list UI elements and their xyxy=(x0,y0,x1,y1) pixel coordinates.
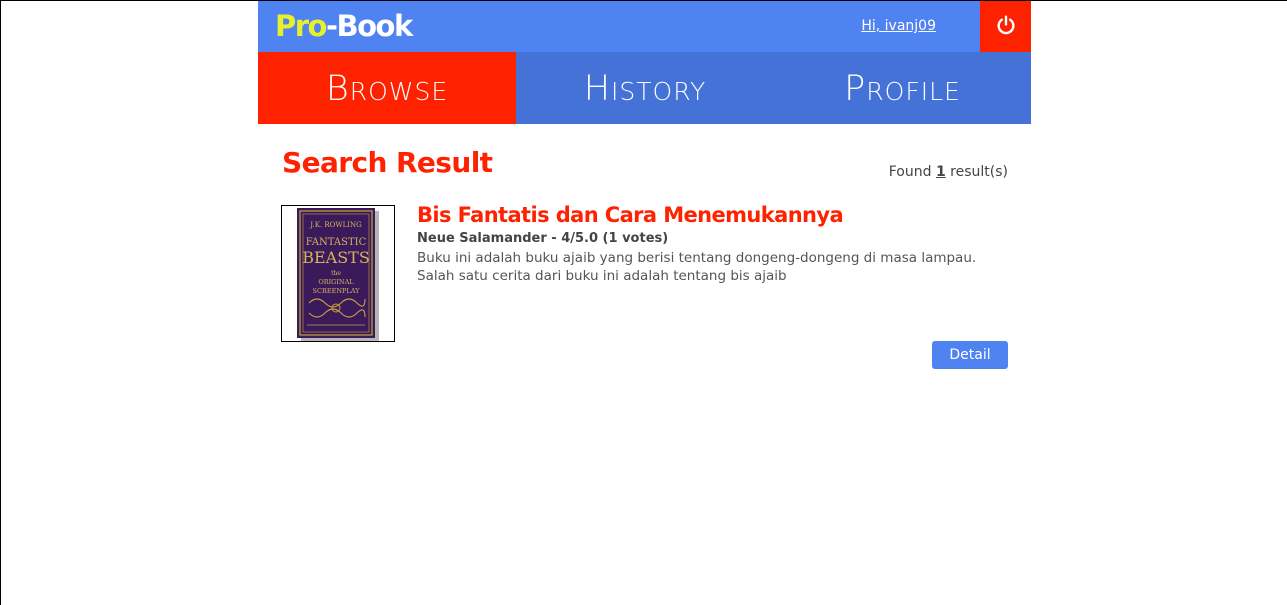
detail-button[interactable]: Detail xyxy=(932,341,1008,369)
cover-subtitle-line2: ORIGINAL xyxy=(318,278,354,286)
tab-browse[interactable]: Browse xyxy=(258,52,516,124)
result-count-suffix: result(s) xyxy=(950,164,1008,180)
app-container: Pro-Book Hi, ivanj09 Browse History Prof… xyxy=(258,1,1031,604)
book-title[interactable]: Bis Fantatis dan Cara Menemukannya xyxy=(417,203,844,227)
tab-profile[interactable]: Profile xyxy=(774,52,1031,124)
tab-history[interactable]: History xyxy=(516,52,774,124)
power-icon xyxy=(995,14,1017,40)
logout-button[interactable] xyxy=(980,1,1031,52)
cover-title-line1: FANTASTIC xyxy=(306,237,367,248)
result-count-number: 1 xyxy=(935,164,946,180)
cover-subtitle-line3: SCREENPLAY xyxy=(313,287,361,295)
logo-suffix: -Book xyxy=(325,9,413,43)
page-title: Search Result xyxy=(282,146,493,179)
cover-subtitle-line1: the xyxy=(331,270,341,277)
header-bar: Pro-Book Hi, ivanj09 xyxy=(258,1,1031,52)
search-result-section: Search Result Found 1 result(s) J.K. ROW… xyxy=(258,124,1031,604)
book-author-rating: Neue Salamander - 4/5.0 (1 votes) xyxy=(417,231,669,246)
user-greeting-link[interactable]: Hi, ivanj09 xyxy=(861,18,936,34)
book-description: Buku ini adalah buku ajaib yang berisi t… xyxy=(417,250,977,284)
result-count: Found 1 result(s) xyxy=(889,164,1008,180)
cover-author: J.K. ROWLING xyxy=(309,221,362,229)
result-count-prefix: Found xyxy=(888,164,932,180)
cover-title-line2: BEASTS xyxy=(302,248,370,267)
book-cover-image: J.K. ROWLING FANTASTIC BEASTS the ORIGIN… xyxy=(281,205,395,342)
logo[interactable]: Pro-Book xyxy=(275,9,413,43)
book-cover-art: J.K. ROWLING FANTASTIC BEASTS the ORIGIN… xyxy=(297,207,379,341)
main-nav: Browse History Profile xyxy=(258,52,1031,124)
logo-prefix: Pro xyxy=(275,9,327,43)
